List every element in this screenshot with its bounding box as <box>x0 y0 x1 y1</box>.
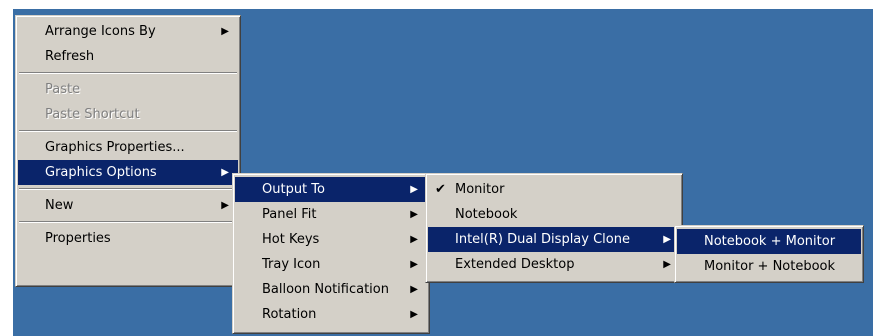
desktop-context-menu: Arrange Icons By ▶ Refresh Paste Paste S… <box>15 15 241 287</box>
menu-item-label: Output To <box>262 182 325 197</box>
submenu-arrow-icon: ▶ <box>410 309 418 320</box>
menu-item-rotation[interactable]: Rotation ▶ <box>235 302 427 327</box>
menu-item-balloon-notification[interactable]: Balloon Notification ▶ <box>235 277 427 302</box>
submenu-arrow-icon: ▶ <box>410 284 418 295</box>
menu-item-label: Notebook <box>455 207 518 222</box>
output-to-submenu: ✔ Monitor Notebook Intel(R) Dual Display… <box>425 173 683 283</box>
menu-item-graphics-properties[interactable]: Graphics Properties... <box>18 135 238 160</box>
menu-item-monitor-plus-notebook[interactable]: Monitor + Notebook <box>677 254 861 279</box>
submenu-arrow-icon: ▶ <box>410 209 418 220</box>
menu-item-label: Refresh <box>45 49 95 64</box>
menu-item-label: New <box>45 198 74 213</box>
menu-item-tray-icon[interactable]: Tray Icon ▶ <box>235 252 427 277</box>
menu-item-extended-desktop[interactable]: Extended Desktop ▶ <box>428 252 680 277</box>
menu-item-label: Graphics Options <box>45 165 157 180</box>
menu-item-label: Balloon Notification <box>262 282 389 297</box>
menu-item-label: Arrange Icons By <box>45 24 156 39</box>
menu-item-arrange-icons-by[interactable]: Arrange Icons By ▶ <box>18 19 238 44</box>
submenu-arrow-icon: ▶ <box>410 184 418 195</box>
menu-item-dual-display-clone[interactable]: Intel(R) Dual Display Clone ▶ <box>428 227 680 252</box>
submenu-arrow-icon: ▶ <box>410 234 418 245</box>
menu-item-label: Rotation <box>262 307 317 322</box>
menu-item-label: Monitor <box>455 182 505 197</box>
dual-display-clone-submenu: Notebook + Monitor Monitor + Notebook <box>674 225 864 283</box>
submenu-arrow-icon: ▶ <box>663 234 671 245</box>
menu-item-label: Properties <box>45 231 111 246</box>
menu-item-label: Paste <box>45 82 81 97</box>
menu-item-notebook[interactable]: Notebook <box>428 202 680 227</box>
menu-item-graphics-options[interactable]: Graphics Options ▶ <box>18 160 238 185</box>
menu-item-label: Paste Shortcut <box>45 107 140 122</box>
menu-item-monitor[interactable]: ✔ Monitor <box>428 177 680 202</box>
menu-item-label: Hot Keys <box>262 232 320 247</box>
menu-item-label: Notebook + Monitor <box>704 234 836 249</box>
menu-separator <box>19 130 237 132</box>
menu-separator <box>19 72 237 74</box>
menu-separator <box>19 221 237 223</box>
menu-item-label: Graphics Properties... <box>45 140 185 155</box>
submenu-arrow-icon: ▶ <box>663 259 671 270</box>
menu-item-label: Extended Desktop <box>455 257 575 272</box>
menu-item-paste: Paste <box>18 77 238 102</box>
menu-item-notebook-plus-monitor[interactable]: Notebook + Monitor <box>677 229 861 254</box>
menu-item-panel-fit[interactable]: Panel Fit ▶ <box>235 202 427 227</box>
menu-item-label: Intel(R) Dual Display Clone <box>455 232 630 247</box>
submenu-arrow-icon: ▶ <box>221 26 229 37</box>
submenu-arrow-icon: ▶ <box>221 200 229 211</box>
menu-item-refresh[interactable]: Refresh <box>18 44 238 69</box>
menu-item-label: Tray Icon <box>262 257 321 272</box>
menu-item-paste-shortcut: Paste Shortcut <box>18 102 238 127</box>
submenu-arrow-icon: ▶ <box>221 167 229 178</box>
menu-item-output-to[interactable]: Output To ▶ <box>235 177 427 202</box>
checkmark-icon: ✔ <box>435 182 446 197</box>
menu-item-properties[interactable]: Properties <box>18 226 238 251</box>
menu-item-new[interactable]: New ▶ <box>18 193 238 218</box>
menu-item-label: Monitor + Notebook <box>704 259 836 274</box>
menu-item-hot-keys[interactable]: Hot Keys ▶ <box>235 227 427 252</box>
submenu-arrow-icon: ▶ <box>410 259 418 270</box>
menu-separator <box>19 188 237 190</box>
graphics-options-submenu: Output To ▶ Panel Fit ▶ Hot Keys ▶ Tray … <box>232 173 430 334</box>
menu-item-label: Panel Fit <box>262 207 317 222</box>
